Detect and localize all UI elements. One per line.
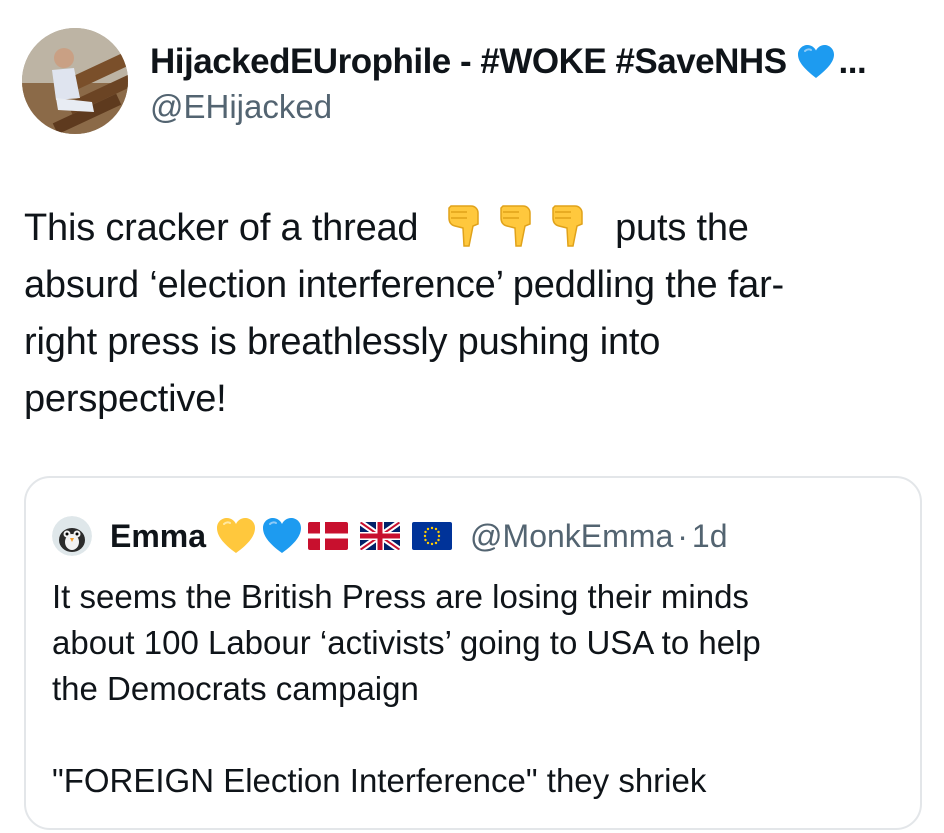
- uk-flag-icon: [360, 522, 401, 550]
- pointing-down-emoji-group: [439, 200, 595, 257]
- name-truncation: ...: [838, 42, 867, 81]
- quoted-tweet-header: Emma @MonkEmma · 1d: [52, 514, 727, 558]
- author-handle[interactable]: @EHijacked: [150, 88, 332, 126]
- quoted-line-1: It seems the British Press are losing th…: [52, 578, 749, 615]
- quoted-tweet-card[interactable]: Emma @MonkEmma · 1d It seems the British…: [24, 476, 922, 830]
- blue-heart-icon: [262, 517, 302, 555]
- pointing-down-icon: [445, 202, 485, 248]
- quoted-author-avatar[interactable]: [52, 516, 92, 556]
- quoted-tweet-text: It seems the British Press are losing th…: [52, 574, 902, 804]
- tweet-line-2: absurd ‘election interference’ peddling …: [24, 264, 785, 306]
- quoted-line-3: the Democrats campaign: [52, 670, 419, 707]
- denmark-flag-icon: [308, 522, 349, 550]
- quoted-line-5: "FOREIGN Election Interference" they shr…: [52, 762, 707, 799]
- pointing-down-icon: [549, 202, 589, 248]
- blue-heart-icon: [797, 44, 835, 80]
- tweet-line-1: This cracker of a thread puts the: [24, 200, 904, 257]
- tweet-text: This cracker of a thread puts the absurd…: [24, 200, 904, 428]
- quoted-line-4: [52, 712, 902, 758]
- tweet-line-3: right press is breathlessly pushing into: [24, 321, 661, 363]
- quoted-author-handle[interactable]: @MonkEmma: [470, 518, 673, 555]
- quoted-author-name[interactable]: Emma: [110, 518, 206, 555]
- tweet-line-1-after: puts the: [615, 207, 749, 249]
- author-avatar[interactable]: [22, 28, 128, 134]
- yellow-heart-icon: [216, 517, 256, 555]
- quoted-line-2: about 100 Labour ‘activists’ going to US…: [52, 624, 761, 661]
- author-display-name[interactable]: HijackedEUrophile - #WOKE #SaveNHS ...: [150, 42, 867, 82]
- tweet-line-4: perspective!: [24, 378, 227, 420]
- tweet-line-1-before: This cracker of a thread: [24, 207, 419, 249]
- pointing-down-icon: [497, 202, 537, 248]
- eu-flag-icon: [412, 522, 453, 550]
- quoted-timestamp[interactable]: 1d: [692, 518, 728, 555]
- author-name-text: HijackedEUrophile - #WOKE #SaveNHS: [150, 42, 787, 81]
- meta-separator: ·: [677, 517, 688, 554]
